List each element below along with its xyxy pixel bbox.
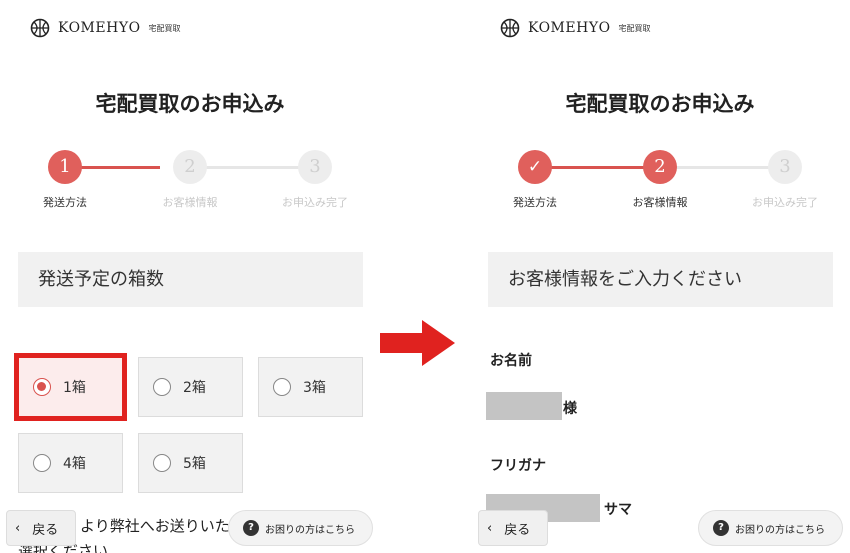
radio-icon: [153, 454, 171, 472]
progress-stepper: ✓ 2 3 発送方法 お客様情報 お申込み完了: [470, 150, 850, 212]
furigana-honorific: サマ: [604, 502, 632, 518]
box-count-option-5[interactable]: 5箱: [138, 433, 243, 493]
komehyo-logo-icon: [500, 18, 520, 38]
brand-name: KOMEHYO: [58, 20, 141, 36]
name-label: お名前: [490, 353, 532, 369]
name-value-redacted[interactable]: [486, 392, 562, 420]
step-3-circle: 3: [768, 150, 802, 184]
step-connector-2: [660, 166, 785, 169]
step-3-label: お申込み完了: [752, 196, 818, 209]
box-count-option-3[interactable]: 3箱: [258, 357, 363, 417]
help-button-label: お困りの方はこちら: [265, 524, 355, 536]
page-title: 宅配買取のお申込み: [565, 92, 755, 116]
help-button[interactable]: ? お困りの方はこちら: [698, 510, 843, 546]
question-icon: ?: [243, 520, 259, 536]
radio-icon: [153, 378, 171, 396]
step-3-label: お申込み完了: [282, 196, 348, 209]
step-2-circle: 2: [173, 150, 207, 184]
back-button[interactable]: ‹ 戻る: [478, 510, 548, 546]
step-2-label: お客様情報: [162, 196, 218, 209]
step-1-circle: 1: [48, 150, 82, 184]
brand-header[interactable]: KOMEHYO 宅配買取: [500, 18, 651, 38]
box-count-option-1[interactable]: 1箱: [14, 353, 127, 421]
step-1-label: 発送方法: [513, 196, 557, 209]
box-count-label: 1箱: [63, 380, 86, 396]
step-connector-1: [535, 166, 655, 169]
box-count-option-4[interactable]: 4箱: [18, 433, 123, 493]
instruction-text: より弊社へお送りいた: [80, 517, 230, 535]
left-screen: KOMEHYO 宅配買取 宅配買取のお申込み 1 2 3 発送方法 お客様情報 …: [0, 0, 380, 553]
question-icon: ?: [713, 520, 729, 536]
page-title: 宅配買取のお申込み: [95, 92, 285, 116]
komehyo-logo-icon: [30, 18, 50, 38]
box-count-option-2[interactable]: 2箱: [138, 357, 243, 417]
box-count-label: 4箱: [63, 456, 86, 472]
radio-icon: [273, 378, 291, 396]
step-connector-2: [190, 166, 315, 169]
furigana-label: フリガナ: [490, 458, 546, 474]
chevron-left-icon: ‹: [487, 520, 493, 536]
right-screen: KOMEHYO 宅配買取 宅配買取のお申込み ✓ 2 3 発送方法 お客様情報 …: [470, 0, 850, 553]
chevron-left-icon: ‹: [15, 520, 21, 536]
box-count-label: 3箱: [303, 380, 326, 396]
back-button-label: 戻る: [504, 522, 531, 538]
brand-subtitle: 宅配買取: [618, 23, 651, 33]
help-button[interactable]: ? お困りの方はこちら: [228, 510, 373, 546]
radio-selected-icon: [33, 378, 51, 396]
brand-subtitle: 宅配買取: [148, 23, 181, 33]
step-2-label: お客様情報: [632, 196, 688, 209]
step-3-circle: 3: [298, 150, 332, 184]
box-count-label: 2箱: [183, 380, 206, 396]
right-arrow-icon: [380, 320, 455, 366]
step-2-circle: 2: [643, 150, 677, 184]
back-button-label: 戻る: [32, 522, 59, 538]
section-heading: 発送予定の箱数: [18, 252, 363, 307]
help-button-label: お困りの方はこちら: [735, 524, 825, 536]
name-honorific: 様: [563, 401, 577, 417]
step-1-label: 発送方法: [43, 196, 87, 209]
box-count-label: 5箱: [183, 456, 206, 472]
brand-header[interactable]: KOMEHYO 宅配買取: [30, 18, 181, 38]
radio-icon: [33, 454, 51, 472]
progress-stepper: 1 2 3 発送方法 お客様情報 お申込み完了: [0, 150, 380, 212]
section-heading: お客様情報をご入力ください: [488, 252, 833, 307]
step-1-check-icon: ✓: [518, 150, 552, 184]
back-button[interactable]: ‹ 戻る: [6, 510, 76, 546]
brand-name: KOMEHYO: [528, 20, 611, 36]
